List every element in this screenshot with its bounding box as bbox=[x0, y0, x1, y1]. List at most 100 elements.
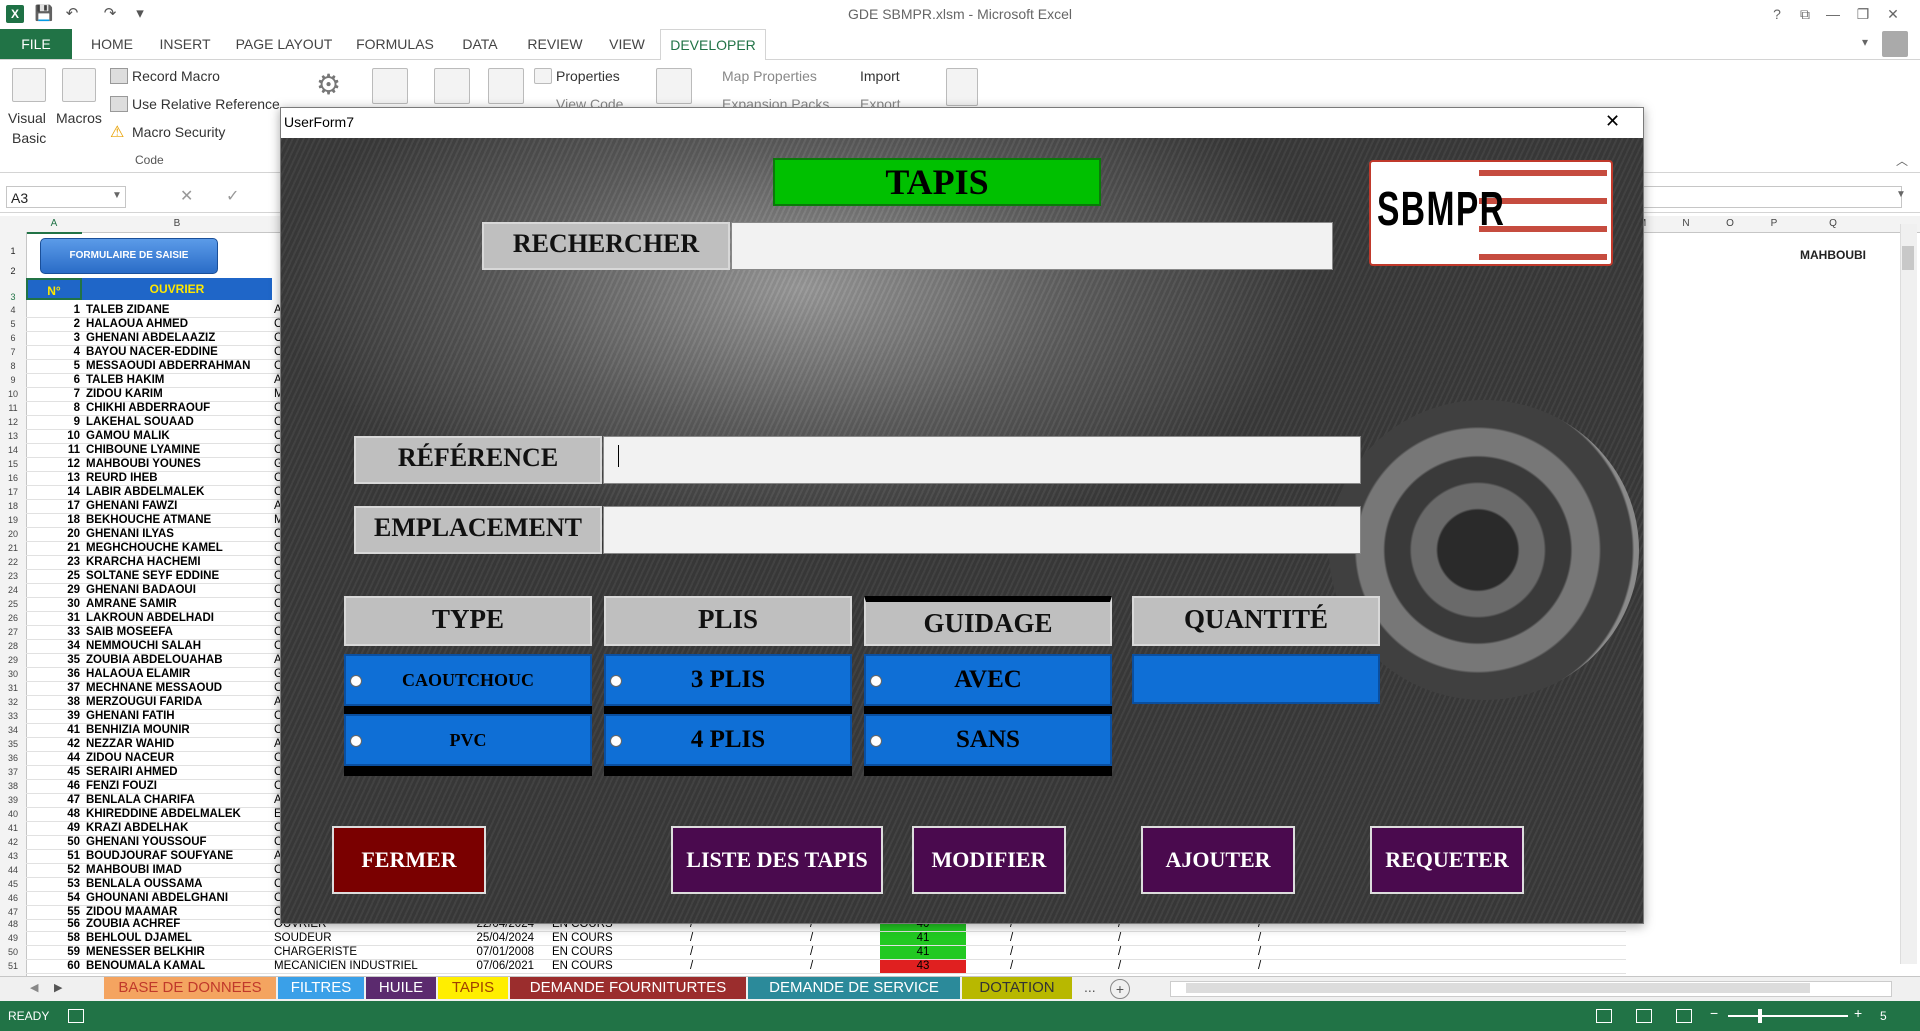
tab-insert[interactable]: INSERT bbox=[152, 29, 218, 59]
gear-icon[interactable]: ⚙ bbox=[316, 68, 341, 101]
cell-number[interactable]: 30 bbox=[26, 598, 80, 611]
header-cell-ouvrier[interactable]: OUVRIER bbox=[82, 278, 272, 300]
cell-number[interactable]: 51 bbox=[26, 850, 80, 863]
cell-name[interactable]: MENESSER BELKHIR bbox=[86, 946, 272, 959]
expand-formula-icon[interactable]: ▼ bbox=[1896, 189, 1906, 200]
cell-name[interactable]: NEMMOUCHI SALAH bbox=[86, 640, 272, 653]
cell-job[interactable]: MECANICIEN INDUSTRIEL bbox=[274, 960, 446, 973]
visual-basic-label[interactable]: Visual bbox=[8, 110, 46, 126]
cell-number[interactable]: 52 bbox=[26, 864, 80, 877]
cell-number[interactable]: 49 bbox=[26, 822, 80, 835]
col-header-p[interactable]: P bbox=[1752, 216, 1796, 233]
row-number[interactable]: 42 bbox=[0, 836, 26, 849]
row-number[interactable]: 40 bbox=[0, 808, 26, 821]
cell-number[interactable]: 37 bbox=[26, 682, 80, 695]
cell-number[interactable]: 3 bbox=[26, 332, 80, 345]
user-avatar[interactable] bbox=[1882, 31, 1908, 57]
source-icon[interactable] bbox=[656, 68, 692, 104]
cell-name[interactable]: GAMOU MALIK bbox=[86, 430, 272, 443]
cell-number[interactable]: 10 bbox=[26, 430, 80, 443]
ajouter-button[interactable]: AJOUTER bbox=[1141, 826, 1295, 894]
ribbon-display-icon[interactable]: ⧉ bbox=[1794, 3, 1816, 25]
cell-number[interactable]: 17 bbox=[26, 500, 80, 513]
type-option-caoutchouc[interactable]: CAOUTCHOUC bbox=[344, 654, 592, 706]
cell-mark[interactable]: / bbox=[1118, 960, 1128, 973]
sheet-tab[interactable]: DEMANDE FOURNITURTES bbox=[510, 977, 746, 999]
next-sheet-icon[interactable]: ▶ bbox=[54, 981, 62, 994]
cell-name[interactable]: KRARCHA HACHEMI bbox=[86, 556, 272, 569]
row-number[interactable]: 22 bbox=[0, 556, 26, 569]
cell-name[interactable]: MEGHCHOUCHE KAMEL bbox=[86, 542, 272, 555]
type-option-pvc[interactable]: PVC bbox=[344, 714, 592, 766]
header-cell-number[interactable]: N° bbox=[26, 278, 82, 300]
collapse-ribbon-icon[interactable]: ︿ bbox=[1896, 152, 1908, 169]
cell-name[interactable]: FENZI FOUZI bbox=[86, 780, 272, 793]
row-number[interactable]: 19 bbox=[0, 514, 26, 527]
new-sheet-icon[interactable]: + bbox=[1110, 979, 1130, 999]
formulaire-de-saisie-button[interactable]: FORMULAIRE DE SAISIE bbox=[40, 238, 218, 274]
cell-mark[interactable]: / bbox=[1258, 932, 1268, 945]
cell-date[interactable]: 25/04/2024 bbox=[450, 932, 534, 945]
row-number[interactable]: 5 bbox=[0, 318, 26, 331]
cell-number[interactable]: 45 bbox=[26, 766, 80, 779]
fermer-button[interactable]: FERMER bbox=[332, 826, 486, 894]
name-box-dropdown-icon[interactable]: ▼ bbox=[112, 190, 122, 201]
radio-avec[interactable] bbox=[870, 675, 882, 687]
row-number[interactable]: 39 bbox=[0, 794, 26, 807]
cell-status[interactable]: EN COURS bbox=[552, 932, 642, 945]
cell-number[interactable]: 25 bbox=[26, 570, 80, 583]
cell-name[interactable]: BENLALA CHARIFA bbox=[86, 794, 272, 807]
cell-number[interactable]: 9 bbox=[26, 416, 80, 429]
cell-mark[interactable]: / bbox=[1010, 946, 1020, 959]
map-properties-button[interactable]: Map Properties bbox=[722, 68, 817, 84]
cell-date[interactable]: 07/06/2021 bbox=[450, 960, 534, 973]
sheet-tab[interactable]: TAPIS bbox=[438, 977, 508, 999]
row-number[interactable]: 34 bbox=[0, 724, 26, 737]
tab-review[interactable]: REVIEW bbox=[520, 29, 590, 59]
tab-file[interactable]: FILE bbox=[0, 29, 72, 59]
reference-input[interactable] bbox=[603, 436, 1361, 484]
cell-value[interactable]: 41 bbox=[880, 946, 966, 959]
cell-mark[interactable]: / bbox=[810, 932, 820, 945]
cell-number[interactable]: 60 bbox=[26, 960, 80, 973]
cell-number[interactable]: 53 bbox=[26, 878, 80, 891]
cell-name[interactable]: ZOUBIA ACHREF bbox=[86, 918, 272, 931]
cell-number[interactable]: 58 bbox=[26, 932, 80, 945]
row-number[interactable]: 9 bbox=[0, 374, 26, 387]
tab-page-layout[interactable]: PAGE LAYOUT bbox=[228, 29, 340, 59]
cell-name[interactable]: LAKEHAL SOUAAD bbox=[86, 416, 272, 429]
com-addins-icon[interactable] bbox=[372, 68, 408, 104]
cell-number[interactable]: 34 bbox=[26, 640, 80, 653]
row-number[interactable]: 45 bbox=[0, 878, 26, 891]
cell-name[interactable]: ZIDOU NACEUR bbox=[86, 752, 272, 765]
cell-name[interactable]: CHIKHI ABDERRAOUF bbox=[86, 402, 272, 415]
cell-mark[interactable]: / bbox=[1118, 946, 1128, 959]
cell-number[interactable]: 5 bbox=[26, 360, 80, 373]
col-header-a[interactable]: A bbox=[26, 216, 82, 234]
row-number[interactable]: 30 bbox=[0, 668, 26, 681]
cell-mark[interactable]: / bbox=[1010, 932, 1020, 945]
row-number[interactable]: 10 bbox=[0, 388, 26, 401]
row-number[interactable]: 44 bbox=[0, 864, 26, 877]
row-number[interactable]: 14 bbox=[0, 444, 26, 457]
cell-name[interactable]: KHIREDDINE ABDELMALEK bbox=[86, 808, 272, 821]
cell-number[interactable]: 29 bbox=[26, 584, 80, 597]
cell-name[interactable]: BENHIZIA MOUNIR bbox=[86, 724, 272, 737]
cell-name[interactable]: BEHLOUL DJAMEL bbox=[86, 932, 272, 945]
vertical-scrollbar[interactable] bbox=[1900, 224, 1917, 964]
cell-name[interactable]: BAYOU NACER-EDDINE bbox=[86, 346, 272, 359]
cell-name[interactable]: HALAOUA ELAMIR bbox=[86, 668, 272, 681]
col-header-q[interactable]: Q bbox=[1796, 216, 1870, 233]
row-number[interactable]: 43 bbox=[0, 850, 26, 863]
cell-name[interactable]: GHENANI BADAOUI bbox=[86, 584, 272, 597]
cell-number[interactable]: 2 bbox=[26, 318, 80, 331]
name-box[interactable]: A3 bbox=[6, 186, 126, 208]
cell-name[interactable]: MESSAOUDI ABDERRAHMAN bbox=[86, 360, 272, 373]
cell-name[interactable]: GHENANI ABDELAAZIZ bbox=[86, 332, 272, 345]
cell-name[interactable]: ZOUBIA ABDELOUAHAB bbox=[86, 654, 272, 667]
row-number[interactable]: 25 bbox=[0, 598, 26, 611]
rechercher-input[interactable] bbox=[731, 222, 1333, 270]
row-number[interactable]: 16 bbox=[0, 472, 26, 485]
record-macro-button[interactable]: Record Macro bbox=[132, 68, 220, 84]
cell-name[interactable]: GHENANI FAWZI bbox=[86, 500, 272, 513]
